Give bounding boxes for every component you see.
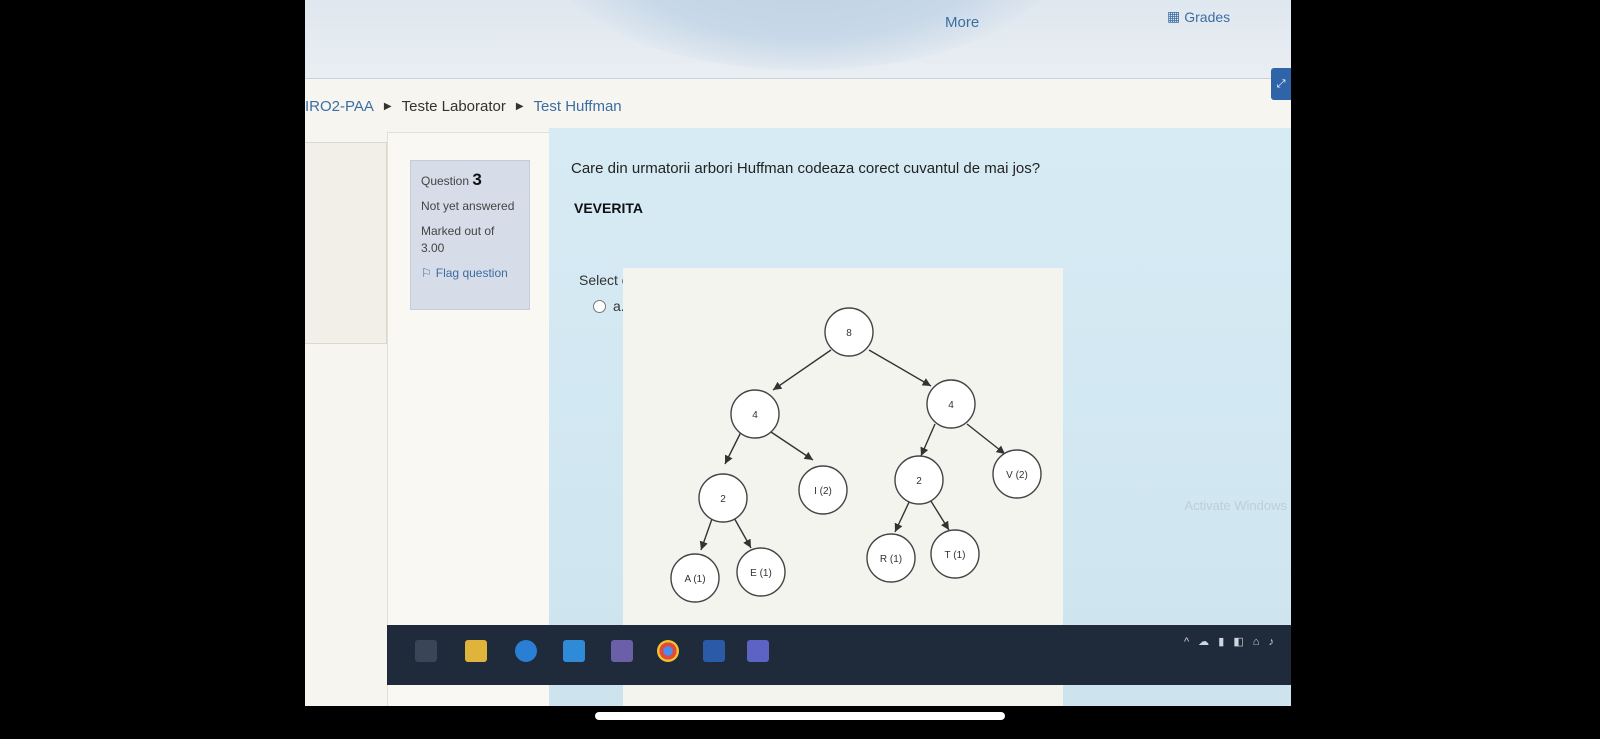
tree-label-e: E (1) <box>750 568 772 579</box>
screen: More ▦ Grades ⤢ IRO2-PAA ▶ Teste Laborat… <box>305 0 1291 706</box>
question-number: Question 3 <box>421 171 519 190</box>
tree-edge <box>724 431 742 465</box>
question-content: Care din urmatorii arbori Huffman codeaz… <box>549 128 1291 706</box>
breadcrumb: IRO2-PAA ▶ Teste Laborator ▶ Test Huffma… <box>305 98 622 115</box>
tree-label-t: T (1) <box>945 550 966 561</box>
left-block <box>305 142 387 344</box>
file-explorer-icon[interactable] <box>465 640 487 662</box>
question-info: Question 3 Not yet answered Marked out o… <box>410 160 530 310</box>
store-icon[interactable] <box>611 640 633 662</box>
word-icon[interactable] <box>703 640 725 662</box>
expand-icon[interactable]: ⤢ <box>1271 68 1291 100</box>
banner-decoration <box>545 0 1065 70</box>
option-a-radio[interactable] <box>593 300 606 313</box>
question-status: Not yet answered <box>421 199 515 213</box>
tree-label-root: 8 <box>846 328 852 339</box>
tree-label-left: 4 <box>752 410 758 421</box>
tree-label-left-left: 2 <box>720 494 726 505</box>
breadcrumb-separator-icon: ▶ <box>383 101 392 112</box>
tree-label-a: A (1) <box>684 574 705 585</box>
grid-icon: ▦ <box>1167 8 1181 24</box>
more-link[interactable]: More <box>945 14 979 31</box>
windows-taskbar: ^ ☁ ▮ ◧ ⌂ ♪ <box>387 625 1291 685</box>
mail-icon[interactable] <box>563 640 585 662</box>
tree-edge <box>894 497 912 533</box>
tree-edge <box>699 515 714 551</box>
tree-label-r: R (1) <box>880 554 902 565</box>
flag-label: Flag question <box>435 266 508 280</box>
question-prefix: Question <box>421 174 470 188</box>
tree-label-right: 4 <box>948 400 954 411</box>
system-tray[interactable]: ^ ☁ ▮ ◧ ⌂ ♪ <box>1184 635 1277 648</box>
tree-label-right-left: 2 <box>916 476 922 487</box>
breadcrumb-section[interactable]: Teste Laborator <box>402 98 506 115</box>
grades-label: Grades <box>1184 8 1231 25</box>
breadcrumb-current[interactable]: Test Huffman <box>534 98 622 115</box>
breadcrumb-separator-icon: ▶ <box>515 101 524 112</box>
breadcrumb-course[interactable]: IRO2-PAA <box>305 98 374 115</box>
tree-edge <box>732 515 752 549</box>
teams-icon[interactable] <box>747 640 769 662</box>
grades-link[interactable]: ▦ Grades <box>1167 8 1230 25</box>
activate-windows-watermark: Activate Windows <box>1184 498 1287 513</box>
question-marks: Marked out of 3.00 <box>421 224 495 255</box>
tree-edge <box>920 423 936 457</box>
top-banner: More ▦ Grades <box>305 0 1291 79</box>
flag-icon: ⚐ <box>421 266 432 280</box>
tree-edge <box>868 349 932 387</box>
tree-edge <box>772 349 832 391</box>
question-text: Care din urmatorii arbori Huffman codeaz… <box>571 160 1041 177</box>
home-indicator[interactable] <box>595 712 1005 720</box>
chrome-icon[interactable] <box>657 640 679 662</box>
question-number-value: 3 <box>472 170 482 189</box>
question-word: VEVERITA <box>574 200 643 216</box>
flag-question-button[interactable]: ⚐ Flag question <box>421 265 519 282</box>
edge-icon[interactable] <box>515 640 537 662</box>
tree-edge <box>966 423 1006 455</box>
task-view-icon[interactable] <box>415 640 437 662</box>
tree-edge <box>770 431 814 461</box>
tree-edge <box>928 497 950 531</box>
tree-label-i: I (2) <box>814 486 832 497</box>
tree-label-v: V (2) <box>1006 470 1028 481</box>
